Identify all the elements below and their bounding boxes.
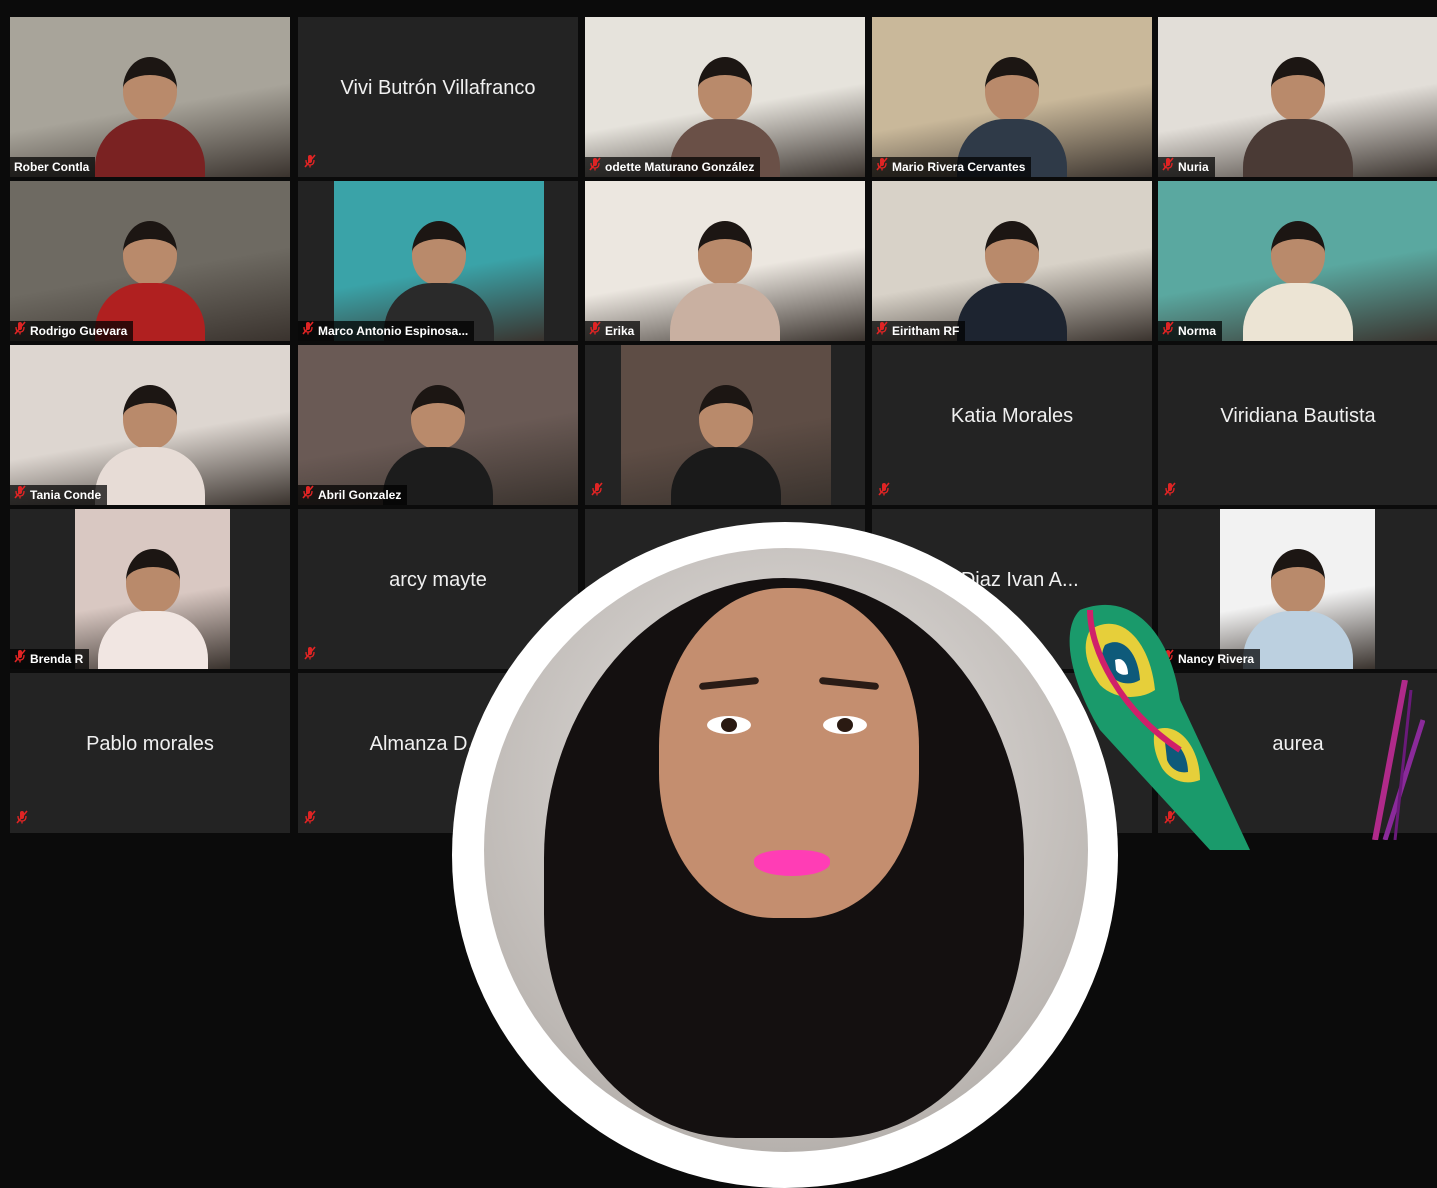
profile-photo xyxy=(484,548,1088,1152)
participant-tile[interactable]: odette Maturano González xyxy=(585,17,865,177)
participant-name-label: Nuria xyxy=(1158,157,1215,177)
participant-tile[interactable]: Marco Antonio Espinosa... xyxy=(298,181,578,341)
microphone-muted-icon xyxy=(302,485,314,505)
participant-name: Marco Antonio Espinosa... xyxy=(318,324,469,338)
participant-video xyxy=(1158,17,1437,177)
participant-tile[interactable]: Nuria xyxy=(1158,17,1437,177)
participant-video xyxy=(10,345,290,505)
microphone-muted-icon xyxy=(16,810,28,829)
participant-name: Rober Contla xyxy=(14,160,90,174)
microphone-muted-icon xyxy=(876,157,888,177)
participant-name-label: Rodrigo Guevara xyxy=(10,321,134,341)
participant-figure xyxy=(95,57,205,177)
participant-video xyxy=(585,17,865,177)
participant-name-label: odette Maturano González xyxy=(585,157,761,177)
microphone-muted-icon xyxy=(589,321,601,341)
participant-tile[interactable]: Vivi Butrón Villafranco xyxy=(298,17,578,177)
participant-tile[interactable]: Tania Conde xyxy=(10,345,290,505)
participant-figure xyxy=(1243,57,1353,177)
participant-name: Rodrigo Guevara xyxy=(30,324,128,338)
participant-display-name: arcy mayte xyxy=(389,569,487,591)
participant-video xyxy=(334,181,544,341)
participant-figure xyxy=(671,385,781,505)
participant-figure xyxy=(957,221,1067,341)
participant-figure xyxy=(670,221,780,341)
photo-eye-right xyxy=(823,716,867,734)
participant-name-label: Erika xyxy=(585,321,641,341)
participant-name-label: Abril Gonzalez xyxy=(298,485,408,505)
participant-tile[interactable]: Mario Rivera Cervantes xyxy=(872,17,1152,177)
photo-lips xyxy=(754,850,830,876)
participant-figure xyxy=(1243,221,1353,341)
participant-name: Abril Gonzalez xyxy=(318,488,402,502)
participant-name-label: Marco Antonio Espinosa... xyxy=(298,321,475,341)
participant-video xyxy=(10,17,290,177)
participant-tile[interactable]: Norma xyxy=(1158,181,1437,341)
participant-tile[interactable]: Viridiana Bautista xyxy=(1158,345,1437,505)
participant-name: Tania Conde xyxy=(30,488,102,502)
participant-tile[interactable]: Abril Gonzalez xyxy=(298,345,578,505)
participant-video xyxy=(872,181,1152,341)
participant-figure xyxy=(97,549,208,669)
microphone-muted-icon xyxy=(14,485,26,505)
participant-display-name: Viridiana Bautista xyxy=(1220,405,1376,427)
participant-name: Eiritham RF xyxy=(892,324,960,338)
participant-tile[interactable]: Erika xyxy=(585,181,865,341)
participant-name-label: Brenda R xyxy=(10,649,90,669)
participant-name-label: Tania Conde xyxy=(10,485,108,505)
microphone-muted-icon xyxy=(304,646,316,665)
participant-name: Erika xyxy=(605,324,635,338)
participant-tile[interactable]: Rodrigo Guevara xyxy=(10,181,290,341)
microphone-muted-icon xyxy=(1162,157,1174,177)
participant-video xyxy=(75,509,230,669)
participant-display-name: Vivi Butrón Villafranco xyxy=(340,77,536,99)
participant-name: Mario Rivera Cervantes xyxy=(892,160,1026,174)
microphone-muted-icon xyxy=(589,157,601,177)
participant-name: Brenda R xyxy=(30,652,84,666)
participant-name: Nuria xyxy=(1178,160,1209,174)
participant-display-name: Pablo morales xyxy=(86,733,214,755)
participant-figure xyxy=(95,385,205,505)
microphone-muted-icon xyxy=(1164,482,1176,501)
microphone-muted-icon xyxy=(1162,321,1174,341)
participant-tile[interactable]: Brenda R xyxy=(10,509,290,669)
photo-eye-left xyxy=(707,716,751,734)
participant-name-label: Rober Contla xyxy=(10,157,96,177)
microphone-muted-icon xyxy=(302,321,314,341)
participant-tile[interactable]: Rober Contla xyxy=(10,17,290,177)
participant-video xyxy=(621,345,831,505)
participant-video xyxy=(872,17,1152,177)
microphone-muted-icon xyxy=(876,321,888,341)
participant-tile[interactable]: Pablo morales xyxy=(10,673,290,833)
participant-tile[interactable] xyxy=(585,345,865,505)
microphone-muted-icon xyxy=(304,810,316,829)
participant-name-label: Eiritham RF xyxy=(872,321,966,341)
participant-video xyxy=(1158,181,1437,341)
microphone-muted-icon xyxy=(878,482,890,501)
participant-name: odette Maturano González xyxy=(605,160,755,174)
participant-tile[interactable]: Katia Morales xyxy=(872,345,1152,505)
microphone-muted-icon xyxy=(304,154,316,173)
participant-name-label: Mario Rivera Cervantes xyxy=(872,157,1032,177)
photo-brow-left xyxy=(698,676,760,691)
microphone-muted-icon xyxy=(14,649,26,669)
microphone-muted-icon xyxy=(591,482,603,501)
participant-video xyxy=(10,181,290,341)
photo-face xyxy=(659,588,919,918)
participant-video xyxy=(298,345,578,505)
participant-display-name: Katia Morales xyxy=(950,405,1074,427)
participant-name: Norma xyxy=(1178,324,1217,338)
participant-name-label: Norma xyxy=(1158,321,1223,341)
alebrije-feather-decoration xyxy=(1069,604,1250,850)
photo-brow-right xyxy=(818,676,880,691)
decorative-sticks xyxy=(1372,680,1425,840)
participant-video xyxy=(585,181,865,341)
participant-tile[interactable]: Eiritham RF xyxy=(872,181,1152,341)
microphone-muted-icon xyxy=(14,321,26,341)
